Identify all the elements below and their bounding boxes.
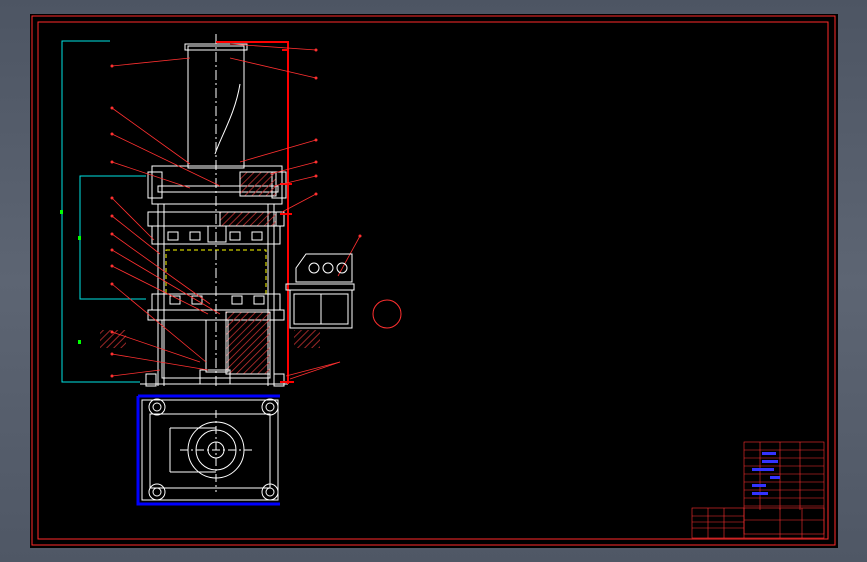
front-elevation-view	[140, 34, 288, 387]
outer-frame	[31, 15, 836, 546]
title-block	[691, 507, 825, 539]
right-hatch-block	[294, 330, 320, 348]
top-plan-view	[136, 394, 280, 506]
parts-list-entries	[752, 452, 780, 495]
detail-circle	[372, 299, 402, 329]
inner-frame	[37, 21, 829, 540]
cad-drawing	[31, 15, 836, 546]
right-leader	[289, 361, 341, 380]
cad-viewport[interactable]	[30, 14, 838, 548]
green-markers	[60, 210, 81, 344]
